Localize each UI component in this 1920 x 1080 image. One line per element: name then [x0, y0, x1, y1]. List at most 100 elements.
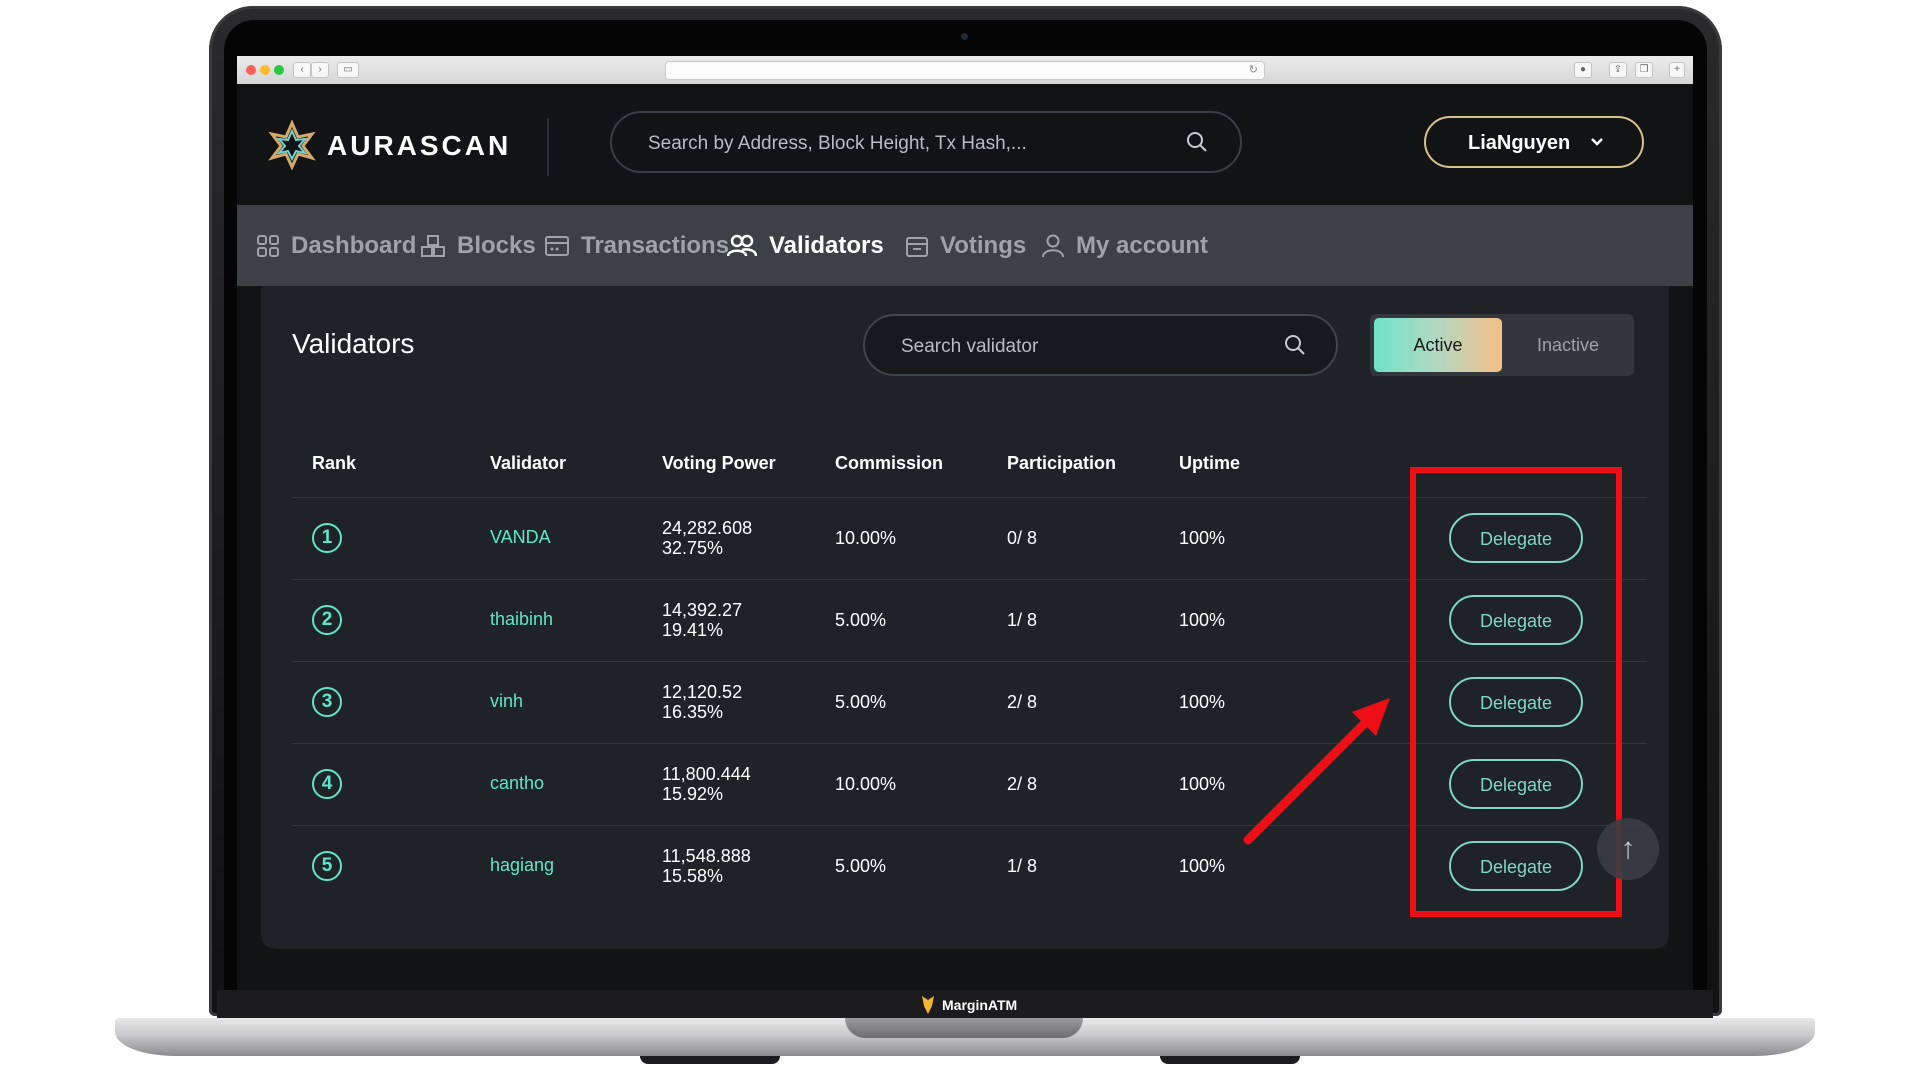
camera — [961, 33, 968, 40]
maximize-window-button[interactable] — [274, 65, 284, 75]
laptop-notch — [845, 1018, 1083, 1038]
nav-label: Blocks — [457, 232, 536, 259]
voting-power-percent: 32.75% — [662, 538, 724, 558]
browser-toolbar: ‹ › ▭ ↻ ● ⇪ ❐ + — [237, 56, 1693, 85]
commission: 10.00% — [835, 528, 897, 548]
voting-power-value: 11,548.888 — [662, 846, 751, 866]
rank-badge: 3 — [312, 687, 342, 717]
voting-power: 14,392.27 19.41% — [662, 600, 742, 640]
participation: 2/ 8 — [1007, 774, 1038, 794]
red-arrow-icon — [1243, 698, 1390, 845]
participation: 0/ 8 — [1007, 528, 1038, 548]
participation: 1/ 8 — [1007, 610, 1038, 630]
voting-power: 11,548.888 15.58% — [662, 846, 751, 886]
validator-name-link[interactable]: thaibinh — [490, 609, 553, 630]
download-icon[interactable]: ● — [1574, 62, 1592, 78]
status-toggle: Active Inactive — [1370, 314, 1634, 376]
column-header-uptime[interactable]: Uptime — [1179, 453, 1240, 474]
search-icon[interactable] — [1284, 334, 1306, 356]
commission: 5.00% — [835, 856, 887, 876]
nav-label: Dashboard — [291, 232, 417, 259]
close-window-button[interactable] — [246, 65, 256, 75]
voting-power-value: 11,800.444 — [662, 764, 751, 784]
app-header: AURASCAN Search by Address, Block Height… — [237, 84, 1693, 205]
uptime: 100% — [1179, 856, 1226, 876]
column-header-validator[interactable]: Validator — [490, 453, 566, 474]
laptop-foot — [640, 1056, 780, 1064]
marginatm-logo-icon — [922, 996, 934, 1014]
inactive-tab[interactable]: Inactive — [1506, 318, 1630, 372]
voting-power: 24,282.608 32.75% — [662, 518, 752, 558]
global-search-placeholder: Search by Address, Block Height, Tx Hash… — [648, 133, 1027, 154]
commission: 5.00% — [835, 692, 887, 712]
nav-item-blocks[interactable]: Blocks — [421, 230, 536, 262]
rank-badge: 2 — [312, 605, 342, 635]
tabs-icon[interactable]: ❐ — [1635, 62, 1653, 78]
users-icon — [727, 234, 757, 257]
transactions-icon — [545, 236, 569, 256]
nav-label: Validators — [769, 232, 884, 259]
back-icon[interactable]: ‹ — [293, 62, 311, 78]
validator-name-link[interactable]: hagiang — [490, 855, 554, 876]
minimize-window-button[interactable] — [260, 65, 270, 75]
aurascan-logo-icon — [268, 120, 316, 170]
column-header-voting-power[interactable]: Voting Power — [662, 453, 776, 474]
scroll-to-top-button[interactable]: ↑ — [1597, 818, 1659, 880]
validator-search-placeholder: Search validator — [901, 336, 1039, 357]
commission: 5.00% — [835, 610, 887, 630]
column-header-rank[interactable]: Rank — [312, 453, 356, 474]
participation: 1/ 8 — [1007, 856, 1038, 876]
dashboard-grid-icon — [257, 235, 279, 257]
voting-power: 12,120.52 16.35% — [662, 682, 742, 722]
voting-power-percent: 15.92% — [662, 784, 724, 804]
page-title: Validators — [292, 328, 415, 359]
uptime: 100% — [1179, 774, 1226, 794]
highlight-box — [1410, 467, 1622, 917]
account-name: LiaNguyen — [1468, 132, 1571, 154]
nav-label: Votings — [940, 232, 1027, 259]
uptime: 100% — [1179, 528, 1226, 548]
forward-icon[interactable]: › — [311, 62, 329, 78]
chevron-down-icon — [1591, 138, 1603, 146]
user-icon — [1042, 234, 1064, 258]
voting-power: 11,800.444 15.92% — [662, 764, 751, 804]
account-dropdown-button[interactable]: LiaNguyen — [1424, 116, 1644, 168]
nav-item-dashboard[interactable]: Dashboard — [257, 230, 416, 262]
active-tab[interactable]: Active — [1374, 318, 1502, 372]
participation: 2/ 8 — [1007, 692, 1038, 712]
nav-item-votings[interactable]: Votings — [906, 230, 1026, 262]
uptime: 100% — [1179, 610, 1226, 630]
reload-icon[interactable]: ↻ — [1249, 62, 1258, 79]
voting-power-value: 24,282.608 — [662, 518, 753, 538]
voting-power-value: 14,392.27 — [662, 600, 743, 620]
search-icon[interactable] — [1186, 131, 1208, 153]
voting-power-percent: 15.58% — [662, 866, 724, 886]
validator-name-link[interactable]: cantho — [490, 773, 544, 794]
voting-power-percent: 19.41% — [662, 620, 724, 640]
header-divider — [547, 118, 549, 176]
validator-name-link[interactable]: VANDA — [490, 527, 551, 548]
uptime: 100% — [1179, 692, 1226, 712]
brand-text: MarginATM — [942, 997, 1018, 1013]
laptop-foot — [1160, 1056, 1300, 1064]
voting-power-value: 12,120.52 — [662, 682, 743, 702]
column-header-commission[interactable]: Commission — [835, 453, 943, 474]
nav-label: Transactions — [581, 232, 730, 259]
column-header-participation[interactable]: Participation — [1007, 453, 1116, 474]
nav-label: My account — [1076, 232, 1209, 259]
commission: 10.00% — [835, 774, 897, 794]
voting-power-percent: 16.35% — [662, 702, 724, 722]
new-tab-icon[interactable]: + — [1669, 62, 1685, 78]
nav-item-my-account[interactable]: My account — [1042, 230, 1208, 262]
address-bar[interactable]: ↻ — [665, 61, 1265, 80]
nav-item-validators[interactable]: Validators — [727, 230, 884, 262]
nav-item-transactions[interactable]: Transactions — [545, 230, 729, 262]
validator-search-input[interactable]: Search validator — [863, 314, 1338, 376]
marginatm-watermark: MarginATM — [920, 996, 1017, 1014]
validator-name-link[interactable]: vinh — [490, 691, 523, 712]
sidebar-icon[interactable]: ▭ — [337, 62, 359, 78]
global-search-input[interactable]: Search by Address, Block Height, Tx Hash… — [610, 111, 1242, 173]
votings-icon — [906, 237, 928, 257]
share-icon[interactable]: ⇪ — [1609, 62, 1627, 78]
rank-badge: 4 — [312, 769, 342, 799]
